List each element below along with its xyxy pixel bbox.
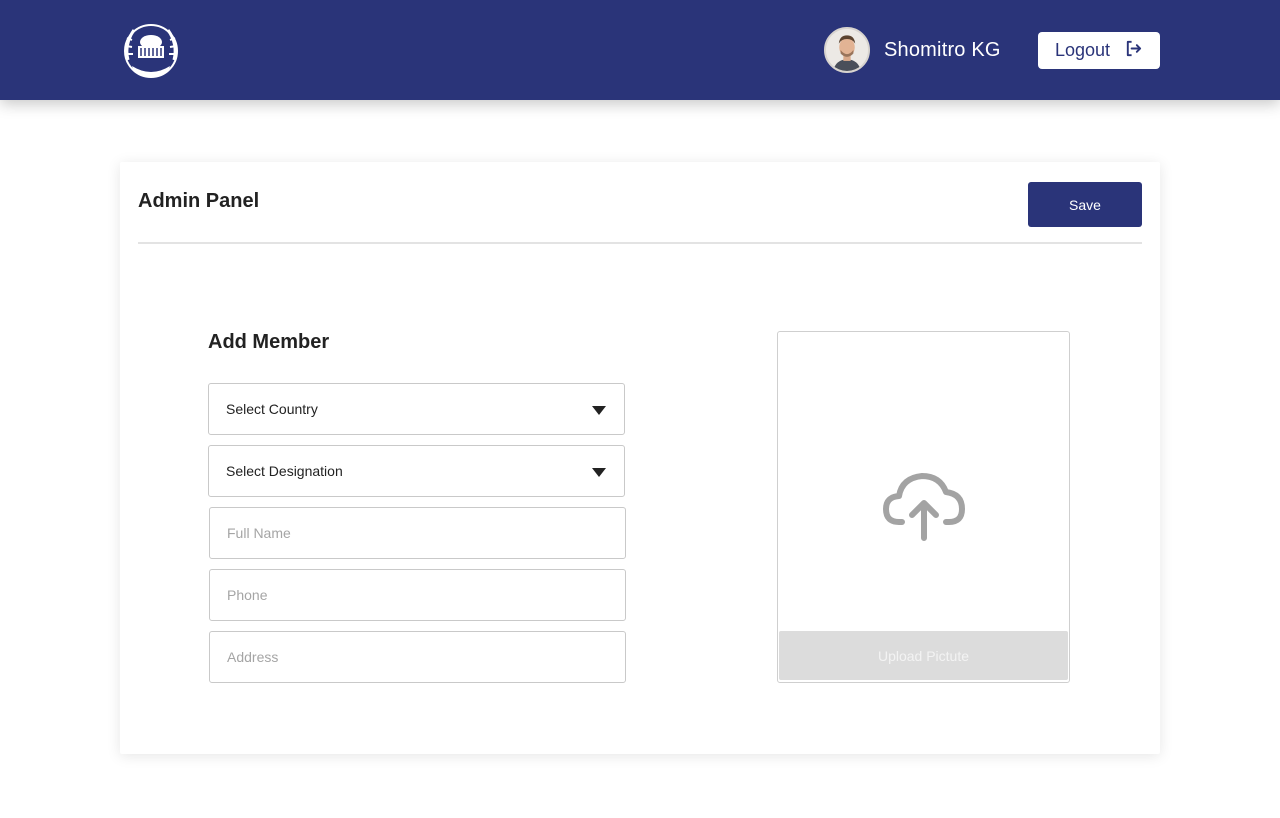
designation-select[interactable]: Select Designation: [208, 445, 625, 497]
designation-select-value: Select Designation: [226, 463, 343, 479]
country-select-value: Select Country: [226, 401, 318, 417]
user-profile[interactable]: Shomitro KG: [824, 27, 1001, 73]
save-button[interactable]: Save: [1028, 182, 1142, 227]
country-select[interactable]: Select Country: [208, 383, 625, 435]
caret-down-icon: [592, 405, 606, 415]
address-input[interactable]: [209, 631, 626, 683]
logout-button[interactable]: Logout: [1038, 32, 1160, 69]
admin-panel-card: Admin Panel Save Add Member Select Count…: [120, 162, 1160, 754]
logout-icon: [1124, 39, 1143, 63]
logout-label: Logout: [1054, 40, 1111, 60]
add-member-title: Add Member: [208, 331, 330, 353]
top-navbar: Shomitro KG Logout: [0, 0, 1280, 100]
divider: [138, 242, 1142, 244]
user-name: Shomitro KG: [884, 38, 1001, 61]
logo-emblem-icon[interactable]: [118, 20, 184, 84]
avatar[interactable]: [824, 27, 870, 73]
picture-upload-area[interactable]: Upload Pictute: [777, 331, 1070, 683]
phone-input[interactable]: [209, 569, 626, 621]
upload-picture-button[interactable]: Upload Pictute: [779, 631, 1068, 680]
cloud-upload-icon: [882, 470, 966, 542]
caret-down-icon: [592, 467, 606, 477]
full-name-input[interactable]: [209, 507, 626, 559]
page-title: Admin Panel: [138, 190, 260, 212]
